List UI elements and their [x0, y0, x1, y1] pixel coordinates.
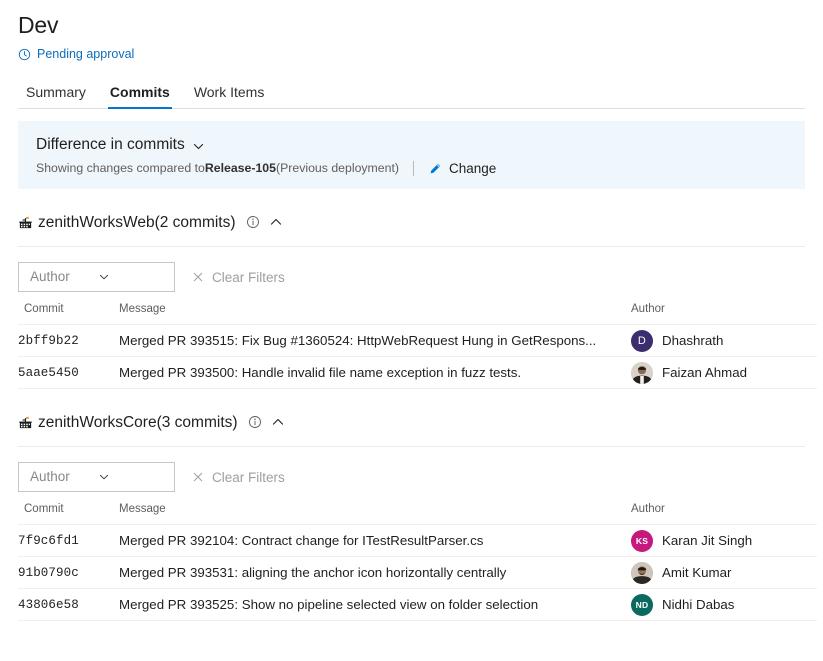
author-name: Faizan Ahmad	[662, 365, 747, 380]
column-header-commit: Commit	[18, 295, 119, 325]
change-label: Change	[449, 160, 496, 177]
avatar	[631, 362, 653, 384]
author-name: Amit Kumar	[662, 565, 731, 580]
tab-summary[interactable]: Summary	[24, 83, 88, 108]
banner-title-row[interactable]: Difference in commits	[36, 135, 787, 155]
clear-filters-button[interactable]: Clear Filters	[192, 270, 285, 285]
chevron-down-icon	[98, 471, 166, 483]
chevron-down-icon	[98, 271, 166, 283]
author-name: Dhashrath	[662, 333, 723, 348]
avatar-initials: D	[638, 335, 646, 347]
status-label: Pending approval	[37, 45, 134, 63]
tab-work-items[interactable]: Work Items	[192, 83, 267, 108]
close-icon	[192, 271, 204, 283]
commit-hash[interactable]: 91b0790c	[18, 557, 119, 589]
table-row[interactable]: 43806e58 Merged PR 393525: Show no pipel…	[18, 589, 817, 621]
column-header-author: Author	[631, 295, 817, 325]
banner-title: Difference in commits	[36, 135, 185, 155]
column-header-commit: Commit	[18, 495, 119, 525]
repository-icon	[18, 215, 33, 230]
chevron-up-icon[interactable]	[266, 215, 283, 229]
commit-message: Merged PR 393531: aligning the anchor ic…	[119, 557, 631, 589]
commit-hash[interactable]: 43806e58	[18, 589, 119, 621]
author-name: Nidhi Dabas	[662, 597, 734, 612]
commit-author: D Dhashrath	[631, 325, 817, 357]
author-name: Karan Jit Singh	[662, 533, 752, 548]
author-filter-dropdown[interactable]: Author	[18, 262, 175, 292]
repo-name: zenithWorksCore(3 commits)	[38, 412, 238, 433]
commits-table: Commit Message Author 7f9c6fd1 Merged PR…	[18, 495, 817, 621]
repo-section-zenithworksweb: zenithWorksWeb(2 commits) Author	[18, 211, 805, 389]
author-filter-dropdown[interactable]: Author	[18, 462, 175, 492]
filter-bar: Author Clear Filters	[18, 446, 805, 495]
repo-name: zenithWorksWeb(2 commits)	[38, 212, 236, 233]
avatar-initials: KS	[636, 536, 648, 546]
filter-bar: Author Clear Filters	[18, 246, 805, 295]
commit-author: Faizan Ahmad	[631, 357, 817, 389]
info-icon[interactable]	[242, 215, 260, 229]
divider	[413, 161, 414, 176]
table-row[interactable]: 5aae5450 Merged PR 393500: Handle invali…	[18, 357, 817, 389]
repo-section-zenithworkscore: zenithWorksCore(3 commits) Author	[18, 411, 805, 621]
avatar: D	[631, 330, 653, 352]
banner-sub-suffix: (Previous deployment)	[276, 160, 399, 177]
repo-header: zenithWorksWeb(2 commits)	[18, 211, 805, 233]
banner-release-name: Release-105	[205, 160, 276, 177]
tab-list: Summary Commits Work Items	[18, 81, 805, 109]
commit-hash[interactable]: 7f9c6fd1	[18, 525, 119, 557]
chevron-down-icon[interactable]	[192, 138, 205, 153]
avatar	[631, 562, 653, 584]
banner-sub-prefix: Showing changes compared to	[36, 160, 205, 177]
author-filter-value: Author	[30, 468, 98, 486]
repo-header: zenithWorksCore(3 commits)	[18, 411, 805, 433]
commits-table: Commit Message Author 2bff9b22 Merged PR…	[18, 295, 817, 389]
status-badge: Pending approval	[18, 45, 805, 63]
avatar-initials: ND	[636, 600, 649, 610]
commit-author: Amit Kumar	[631, 557, 817, 589]
commit-author: ND Nidhi Dabas	[631, 589, 817, 621]
difference-in-commits-banner: Difference in commits Showing changes co…	[18, 121, 805, 189]
commit-hash[interactable]: 5aae5450	[18, 357, 119, 389]
page-title: Dev	[18, 10, 805, 40]
table-row[interactable]: 7f9c6fd1 Merged PR 392104: Contract chan…	[18, 525, 817, 557]
table-row[interactable]: 91b0790c Merged PR 393531: aligning the …	[18, 557, 817, 589]
release-commits-page: Dev Pending approval Summary Commits Wor…	[0, 10, 823, 661]
commit-message: Merged PR 393525: Show no pipeline selec…	[119, 589, 631, 621]
commit-message: Merged PR 393515: Fix Bug #1360524: Http…	[119, 325, 631, 357]
banner-subtitle: Showing changes compared to Release-105 …	[36, 160, 787, 177]
commit-hash[interactable]: 2bff9b22	[18, 325, 119, 357]
column-header-author: Author	[631, 495, 817, 525]
change-link[interactable]: Change	[428, 160, 496, 177]
clear-filters-label: Clear Filters	[212, 470, 285, 485]
clear-filters-button[interactable]: Clear Filters	[192, 470, 285, 485]
table-row[interactable]: 2bff9b22 Merged PR 393515: Fix Bug #1360…	[18, 325, 817, 357]
info-icon[interactable]	[244, 415, 262, 429]
commit-message: Merged PR 393500: Handle invalid file na…	[119, 357, 631, 389]
close-icon	[192, 471, 204, 483]
table-header-row: Commit Message Author	[18, 495, 817, 525]
commit-author: KS Karan Jit Singh	[631, 525, 817, 557]
clear-filters-label: Clear Filters	[212, 270, 285, 285]
avatar: ND	[631, 594, 653, 616]
table-header-row: Commit Message Author	[18, 295, 817, 325]
commit-message: Merged PR 392104: Contract change for IT…	[119, 525, 631, 557]
repository-icon	[18, 415, 33, 430]
column-header-message: Message	[119, 495, 631, 525]
chevron-up-icon[interactable]	[268, 415, 285, 429]
avatar: KS	[631, 530, 653, 552]
pencil-icon	[428, 162, 442, 176]
clock-icon	[18, 48, 31, 61]
author-filter-value: Author	[30, 268, 98, 286]
tab-commits[interactable]: Commits	[108, 83, 172, 108]
column-header-message: Message	[119, 295, 631, 325]
